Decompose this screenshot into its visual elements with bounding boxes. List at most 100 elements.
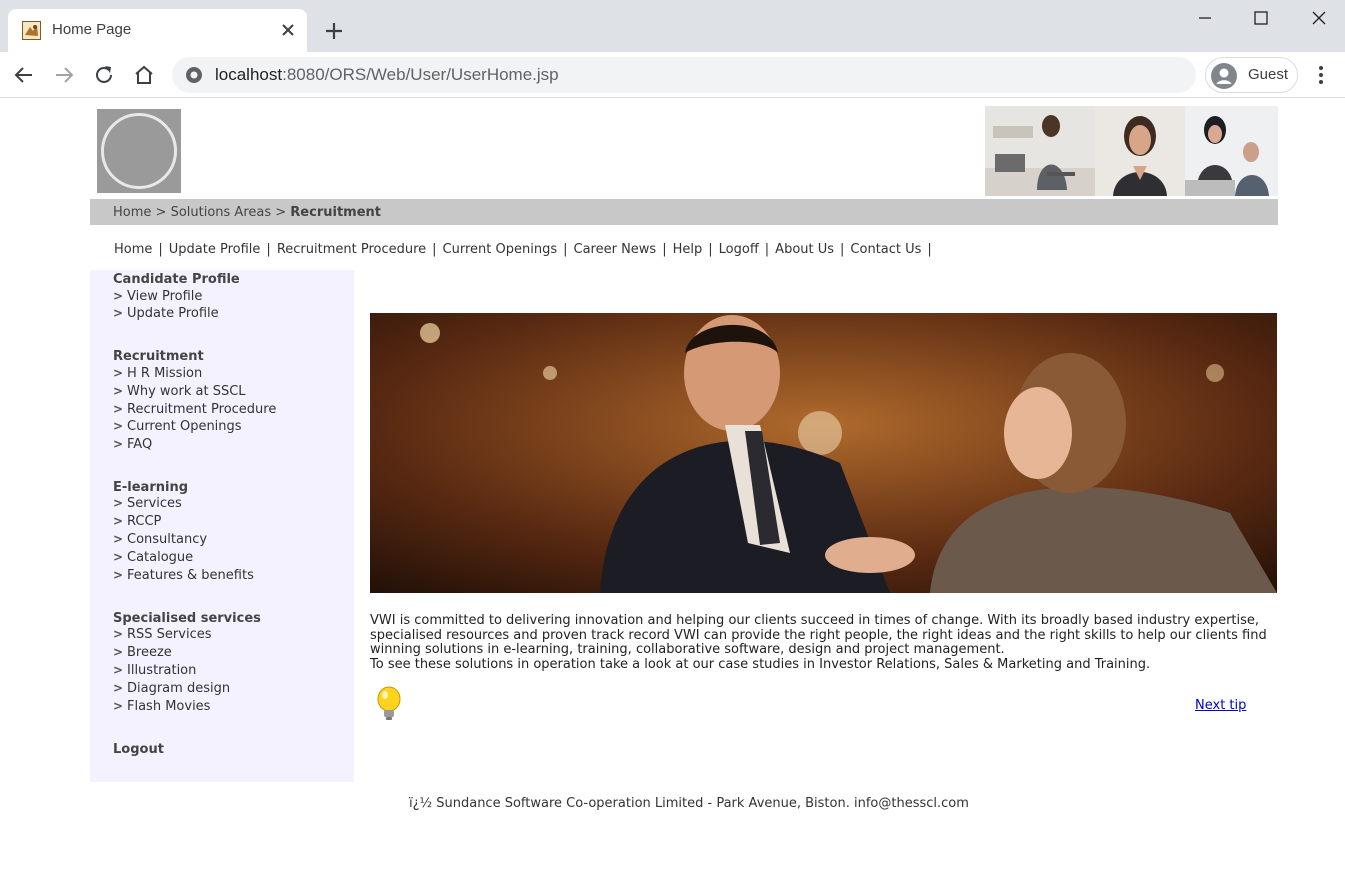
chevron-right-icon: > — [113, 306, 124, 320]
breadcrumb-separator: > — [271, 205, 291, 220]
sidebar-item-breeze[interactable]: > Breeze — [113, 645, 172, 660]
sidebar-item-label: Recruitment Procedure — [127, 402, 277, 417]
nav-home[interactable]: Home — [114, 242, 152, 257]
sidebar-item-recruitment-procedure[interactable]: > Recruitment Procedure — [113, 402, 276, 417]
sidebar-item-catalogue[interactable]: > Catalogue — [113, 550, 193, 565]
sidebar-item-rss-services[interactable]: > RSS Services — [113, 627, 212, 642]
sidebar-item-features-benefits[interactable]: > Features & benefits — [113, 568, 254, 583]
breadcrumb-section[interactable]: Solutions Areas — [171, 205, 272, 220]
site-info-icon[interactable] — [185, 66, 203, 84]
sidebar-item-hr-mission[interactable]: > H R Mission — [113, 366, 202, 381]
nav-separator: | — [662, 242, 667, 257]
chevron-right-icon: > — [113, 419, 124, 433]
sidebar-item-why-work[interactable]: > Why work at SSCL — [113, 384, 246, 399]
chevron-right-icon: > — [113, 550, 124, 564]
forward-icon[interactable] — [52, 63, 76, 87]
footer-text: ï¿½ Sundance Software Co-operation Limit… — [409, 796, 969, 811]
sidebar-item-rccp[interactable]: > RCCP — [113, 514, 161, 529]
chevron-right-icon: > — [113, 532, 124, 546]
browser-tab[interactable]: Home Page — [8, 9, 307, 52]
lightbulb-icon — [377, 686, 401, 720]
intro-paragraph: VWI is committed to delivering innovatio… — [370, 613, 1267, 658]
chevron-right-icon: > — [113, 663, 124, 677]
nav-current-openings[interactable]: Current Openings — [443, 242, 558, 257]
nav-update-profile[interactable]: Update Profile — [169, 242, 261, 257]
sidebar-heading-candidate-profile: Candidate Profile — [113, 272, 240, 287]
banner-image-woman — [1095, 106, 1185, 196]
new-tab-icon[interactable] — [322, 19, 346, 43]
tab-title: Home Page — [52, 21, 132, 38]
chevron-right-icon: > — [113, 681, 124, 695]
case-studies-paragraph: To see these solutions in operation take… — [370, 656, 1151, 672]
sidebar-item-services[interactable]: > Services — [113, 496, 182, 511]
sidebar-item-label: RSS Services — [127, 627, 212, 642]
sidebar-logout-link[interactable]: Logout — [113, 742, 164, 757]
nav-separator: | — [563, 242, 568, 257]
nav-contact-us[interactable]: Contact Us — [850, 242, 921, 257]
nav-about-us[interactable]: About Us — [775, 242, 834, 257]
sidebar-item-label: Diagram design — [127, 681, 231, 696]
url-path: :8080/ORS/Web/User/UserHome.jsp — [282, 65, 559, 84]
sidebar-item-consultancy[interactable]: > Consultancy — [113, 532, 207, 547]
sidebar-item-label: Consultancy — [127, 532, 208, 547]
sidebar-item-label: Catalogue — [127, 550, 194, 565]
chevron-right-icon: > — [113, 366, 124, 380]
chevron-right-icon: > — [113, 437, 124, 451]
sidebar-item-illustration[interactable]: > Illustration — [113, 663, 196, 678]
breadcrumb-home[interactable]: Home — [113, 205, 151, 220]
close-tab-icon[interactable] — [278, 20, 298, 40]
browser-tabstrip: Home Page — [0, 0, 1345, 52]
sidebar-item-label: Update Profile — [127, 306, 219, 321]
intro-text: VWI is committed to delivering innovatio… — [370, 613, 1270, 672]
sidebar-item-diagram-design[interactable]: > Diagram design — [113, 681, 230, 696]
chevron-right-icon: > — [113, 289, 124, 303]
nav-separator: | — [432, 242, 437, 257]
nav-help[interactable]: Help — [673, 242, 703, 257]
browser-toolbar: localhost:8080/ORS/Web/User/UserHome.jsp… — [0, 52, 1345, 98]
sidebar-item-faq[interactable]: > FAQ — [113, 437, 152, 452]
maximize-icon[interactable] — [1251, 8, 1271, 28]
address-bar[interactable]: localhost:8080/ORS/Web/User/UserHome.jsp — [172, 57, 1196, 93]
profile-avatar-icon — [1211, 63, 1237, 89]
minimize-icon[interactable] — [1195, 8, 1215, 28]
chevron-right-icon: > — [113, 402, 124, 416]
chevron-right-icon: > — [113, 699, 124, 713]
url-text[interactable]: localhost:8080/ORS/Web/User/UserHome.jsp — [215, 65, 559, 85]
banner-image-team — [1185, 106, 1278, 196]
sidebar-item-label: Features & benefits — [127, 568, 254, 583]
page-favicon-icon — [22, 21, 41, 40]
close-window-icon[interactable] — [1309, 8, 1329, 28]
sidebar-item-label: Current Openings — [127, 419, 242, 434]
chevron-right-icon: > — [113, 514, 124, 528]
sidebar-heading-specialised-services: Specialised services — [113, 611, 261, 626]
sidebar-heading-recruitment: Recruitment — [113, 349, 204, 364]
home-icon[interactable] — [132, 63, 156, 87]
profile-button[interactable]: Guest — [1205, 57, 1298, 93]
chevron-right-icon: > — [113, 568, 124, 582]
chevron-right-icon: > — [113, 384, 124, 398]
banner-image-office — [985, 106, 1095, 196]
sidebar-item-flash-movies[interactable]: > Flash Movies — [113, 699, 210, 714]
sidebar-item-label: RCCP — [127, 514, 162, 529]
nav-logoff[interactable]: Logoff — [719, 242, 759, 257]
back-icon[interactable] — [12, 63, 36, 87]
hero-image-handshake — [370, 313, 1277, 593]
company-logo — [97, 109, 181, 193]
sidebar-item-current-openings[interactable]: > Current Openings — [113, 419, 242, 434]
top-navigation: Home | Update Profile | Recruitment Procedur… — [114, 242, 938, 257]
sidebar-item-update-profile[interactable]: > Update Profile — [113, 306, 219, 321]
breadcrumb-separator: > — [151, 205, 171, 220]
nav-career-news[interactable]: Career News — [574, 242, 657, 257]
nav-recruitment-procedure[interactable]: Recruitment Procedure — [277, 242, 426, 257]
url-host: localhost — [215, 65, 283, 84]
next-tip-link[interactable]: Next tip — [1195, 698, 1246, 713]
nav-separator: | — [266, 242, 271, 257]
nav-separator: | — [927, 242, 932, 257]
sidebar-item-view-profile[interactable]: > View Profile — [113, 289, 202, 304]
sidebar-item-label: Flash Movies — [127, 699, 211, 714]
browser-menu-icon[interactable] — [1309, 63, 1333, 87]
nav-separator: | — [708, 242, 713, 257]
nav-separator: | — [158, 242, 163, 257]
breadcrumb-current: Recruitment — [290, 205, 381, 220]
reload-icon[interactable] — [92, 63, 116, 87]
